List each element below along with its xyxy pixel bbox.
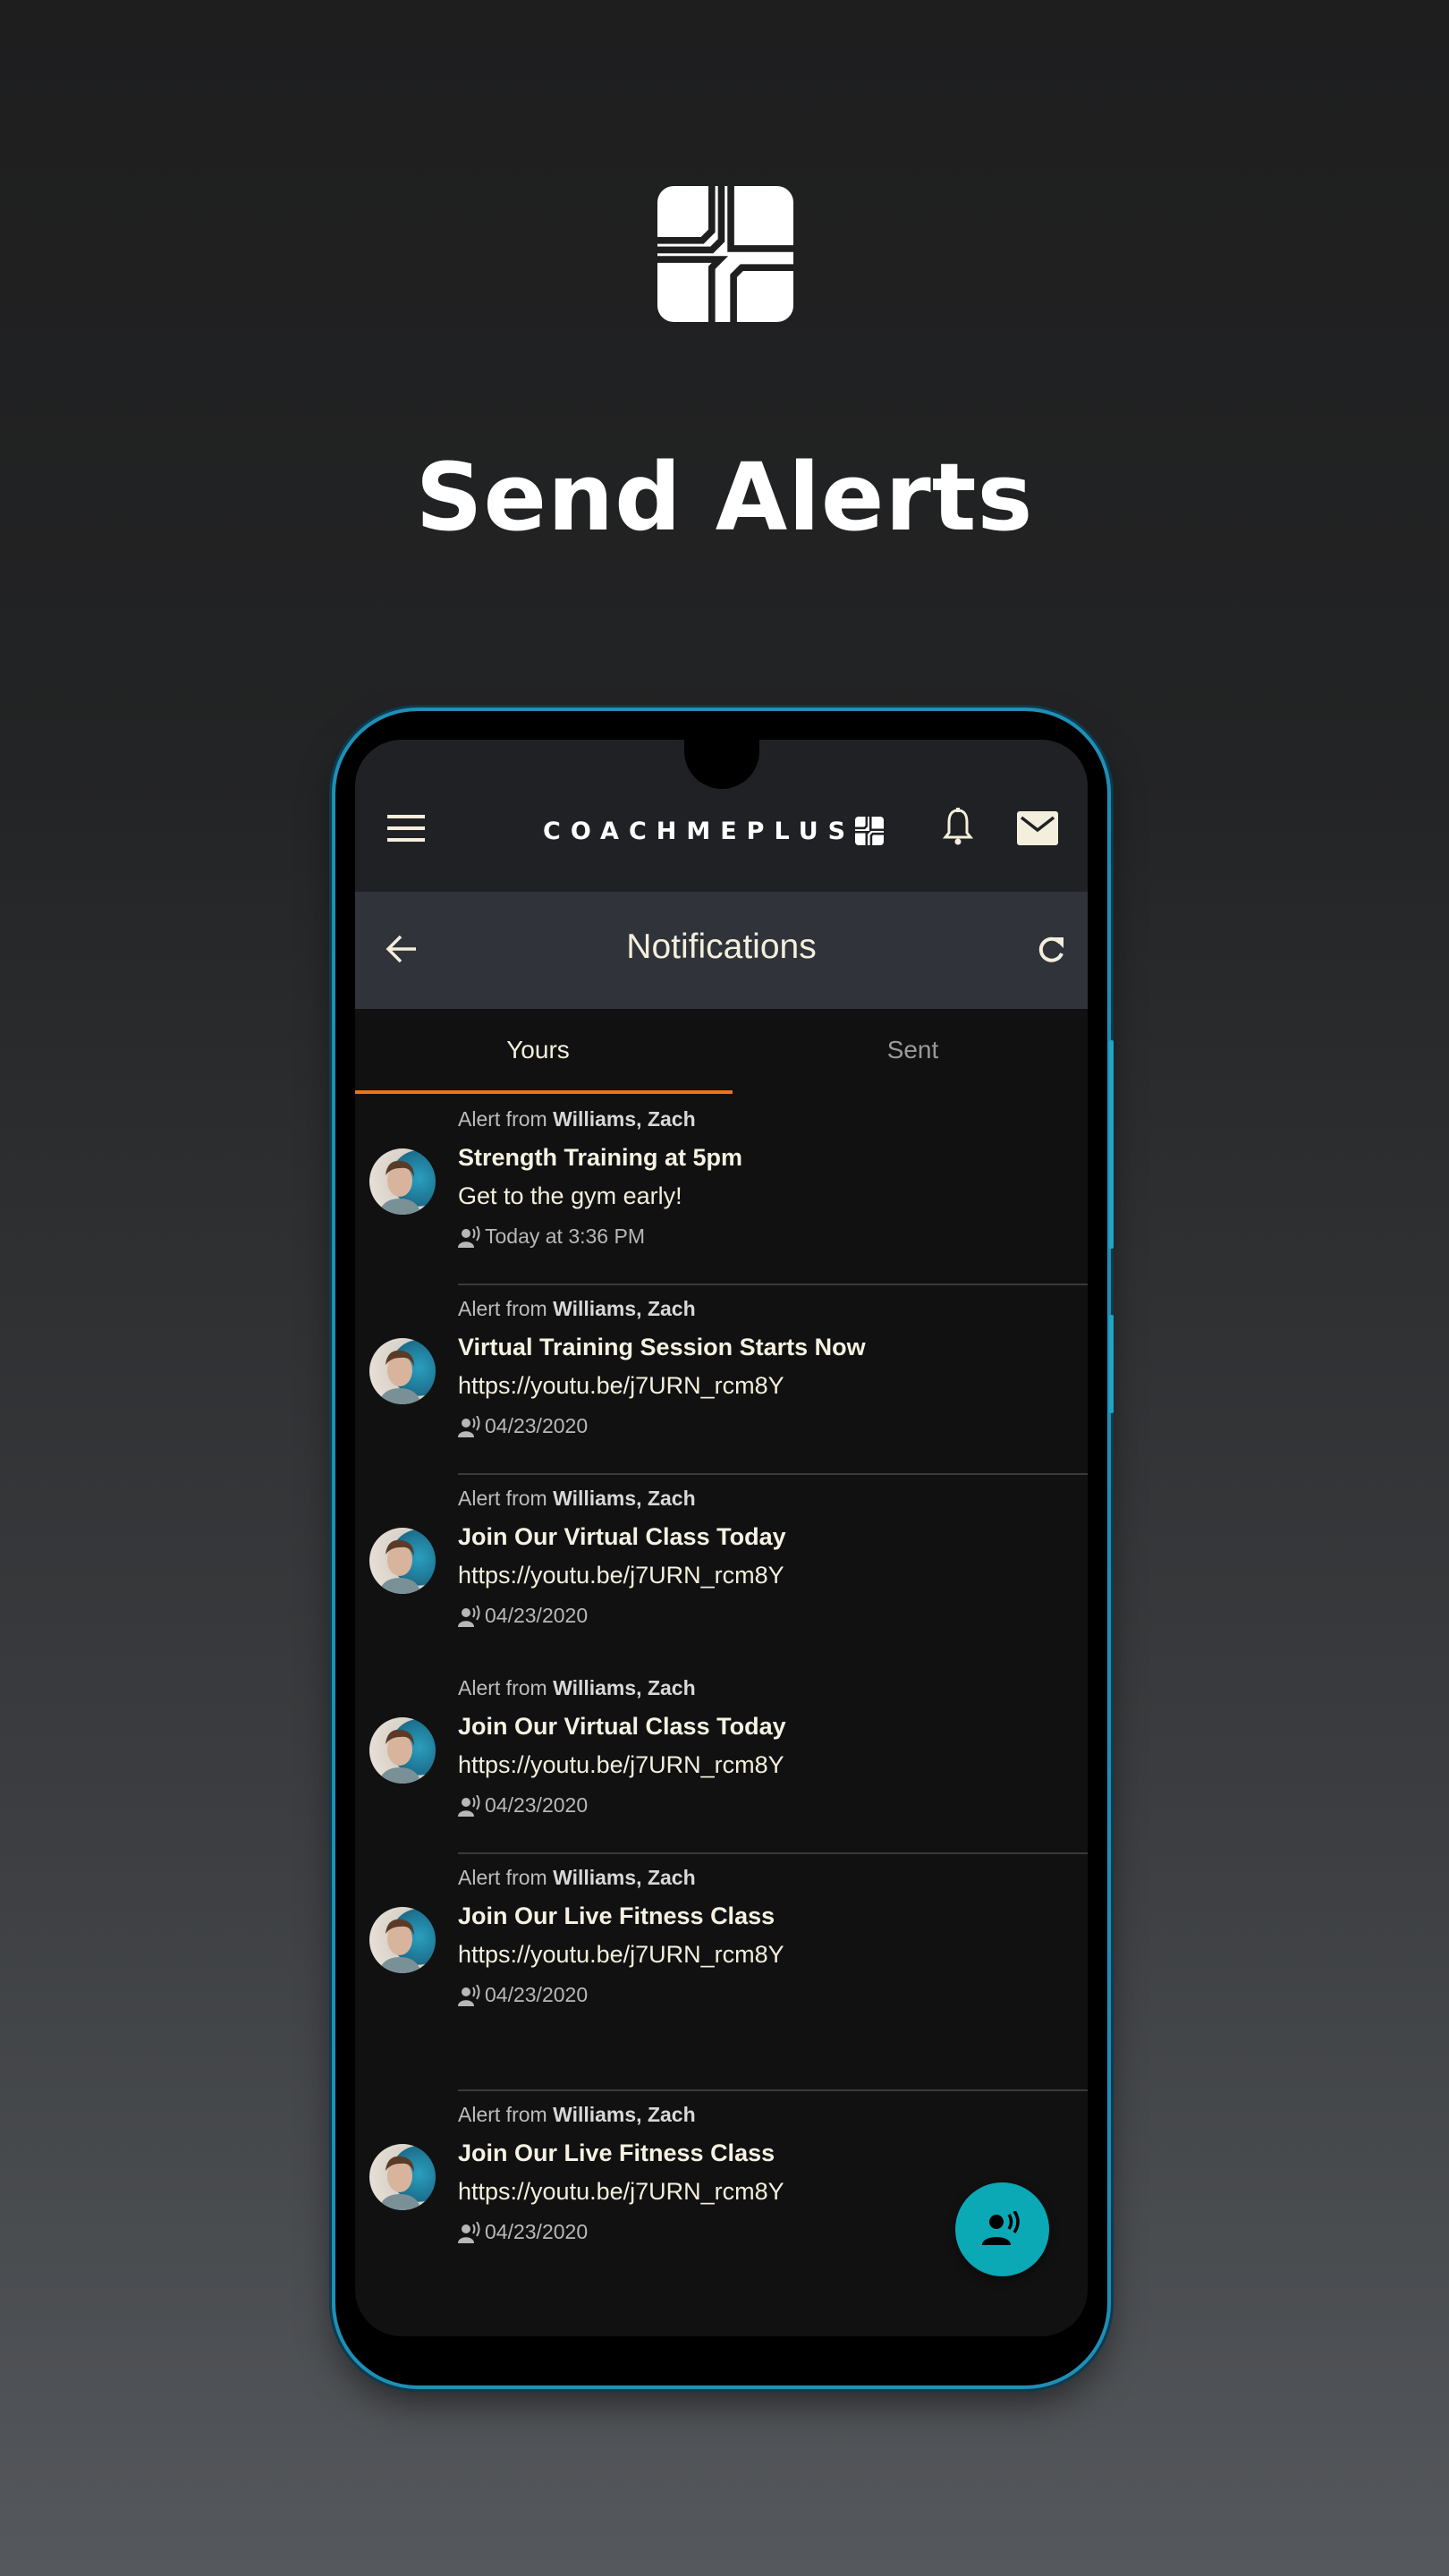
alert-prefix: Alert from — [458, 1866, 547, 1889]
sender-name: Williams, Zach — [553, 2103, 696, 2126]
alert-sender-line: Alert from Williams, Zach — [458, 1107, 696, 1131]
notification-item[interactable]: Alert from Williams, Zach Virtual Trainin… — [355, 1285, 1088, 1475]
tab-bar: Yours Sent — [355, 1009, 1088, 1096]
alert-sender-line: Alert from Williams, Zach — [458, 2103, 696, 2127]
alert-date: 04/23/2020 — [485, 1793, 589, 1817]
alert-body[interactable]: https://youtu.be/j7URN_rcm8Y — [458, 1941, 784, 1969]
sender-avatar — [369, 1907, 436, 1973]
notification-list: Alert from Williams, Zach Strength Traini… — [355, 1096, 1088, 2336]
alert-prefix: Alert from — [458, 1676, 547, 1699]
alert-title: Join Our Live Fitness Class — [458, 1902, 775, 1929]
broadcast-person-icon — [458, 1794, 480, 1817]
tab-sent[interactable]: Sent — [730, 1036, 1088, 1064]
alert-sender-line: Alert from Williams, Zach — [458, 1487, 696, 1511]
alert-date-line: 04/23/2020 — [458, 1983, 588, 2007]
sender-avatar — [369, 1528, 436, 1594]
person-photo-icon — [378, 2156, 421, 2210]
alert-body[interactable]: https://youtu.be/j7URN_rcm8Y — [458, 2178, 784, 2206]
tab-yours[interactable]: Yours — [355, 1036, 721, 1064]
camera-notch — [684, 740, 759, 789]
notifications-header: Notifications — [355, 892, 1088, 1009]
active-tab-indicator — [355, 1090, 733, 1094]
app-logo: COACHMEPLUS — [543, 817, 885, 845]
notification-item[interactable]: Alert from Williams, Zach Join Our Virtua… — [355, 1475, 1088, 1665]
sender-avatar — [369, 2144, 436, 2210]
person-photo-icon — [378, 1919, 421, 1973]
alert-date: 04/23/2020 — [485, 1983, 589, 2006]
sender-name: Williams, Zach — [553, 1866, 696, 1889]
sender-avatar — [369, 1717, 436, 1784]
alert-date: 04/23/2020 — [485, 1604, 589, 1627]
broadcast-person-icon — [458, 1605, 480, 1627]
broadcast-person-icon — [458, 1984, 480, 2006]
app-logo-icon — [855, 817, 885, 845]
app-logo-text: COACHMEPLUS — [543, 817, 856, 845]
sender-name: Williams, Zach — [553, 1297, 696, 1320]
alert-sender-line: Alert from Williams, Zach — [458, 1297, 696, 1321]
alert-prefix: Alert from — [458, 1487, 547, 1510]
notification-item[interactable]: Alert from Williams, Zach Strength Traini… — [355, 1096, 1088, 1285]
alert-title: Strength Training at 5pm — [458, 1144, 743, 1171]
phone-screen: COACHMEPLUS Notifications Yours Sent Ale… — [355, 740, 1088, 2336]
alert-body[interactable]: https://youtu.be/j7URN_rcm8Y — [458, 1562, 784, 1589]
broadcast-person-icon — [982, 2211, 1020, 2245]
alert-prefix: Alert from — [458, 2103, 547, 2126]
broadcast-person-icon — [458, 1415, 480, 1437]
alert-body[interactable]: https://youtu.be/j7URN_rcm8Y — [458, 1372, 784, 1400]
sender-avatar — [369, 1338, 436, 1404]
coachmeplus-logo-icon — [657, 186, 793, 322]
send-alert-button[interactable] — [955, 2182, 1049, 2276]
broadcast-person-icon — [458, 2221, 480, 2243]
bell-icon[interactable] — [942, 808, 974, 847]
person-photo-icon — [378, 1539, 421, 1594]
sender-name: Williams, Zach — [553, 1676, 696, 1699]
sender-name: Williams, Zach — [553, 1107, 696, 1131]
alert-prefix: Alert from — [458, 1107, 547, 1131]
alert-title: Join Our Virtual Class Today — [458, 1713, 786, 1740]
sender-avatar — [369, 1148, 436, 1215]
alert-date-line: Today at 3:36 PM — [458, 1224, 645, 1249]
person-photo-icon — [378, 1729, 421, 1784]
sender-name: Williams, Zach — [553, 1487, 696, 1510]
alert-date: 04/23/2020 — [485, 1414, 589, 1437]
alert-body[interactable]: https://youtu.be/j7URN_rcm8Y — [458, 1751, 784, 1779]
alert-sender-line: Alert from Williams, Zach — [458, 1676, 696, 1700]
alert-date: 04/23/2020 — [485, 2220, 589, 2243]
alert-title: Join Our Virtual Class Today — [458, 1523, 786, 1550]
phone-power-button — [1109, 1315, 1114, 1413]
person-photo-icon — [378, 1160, 421, 1215]
alert-body: Get to the gym early! — [458, 1182, 682, 1209]
hamburger-menu-icon[interactable] — [387, 815, 425, 842]
broadcast-person-icon — [458, 1225, 480, 1248]
page-title: Notifications — [626, 928, 817, 966]
alert-date-line: 04/23/2020 — [458, 2220, 588, 2244]
phone-volume-button — [1109, 1040, 1114, 1249]
alert-title: Virtual Training Session Starts Now — [458, 1334, 866, 1360]
alert-date-line: 04/23/2020 — [458, 1414, 588, 1438]
alert-sender-line: Alert from Williams, Zach — [458, 1866, 696, 1890]
alert-date-line: 04/23/2020 — [458, 1604, 588, 1628]
alert-date-line: 04/23/2020 — [458, 1793, 588, 1818]
mail-icon[interactable] — [1017, 811, 1058, 845]
alert-date: Today at 3:36 PM — [485, 1224, 645, 1248]
alert-prefix: Alert from — [458, 1297, 547, 1320]
refresh-icon[interactable] — [1035, 934, 1067, 966]
notification-item[interactable]: Alert from Williams, Zach Join Our Live F… — [355, 1854, 1088, 2091]
notification-item[interactable]: Alert from Williams, Zach Join Our Virtua… — [355, 1665, 1088, 1854]
alert-title: Join Our Live Fitness Class — [458, 2140, 775, 2166]
person-photo-icon — [378, 1350, 421, 1404]
app-bar: COACHMEPLUS — [355, 740, 1088, 892]
headline: Send Alerts — [415, 443, 1034, 552]
